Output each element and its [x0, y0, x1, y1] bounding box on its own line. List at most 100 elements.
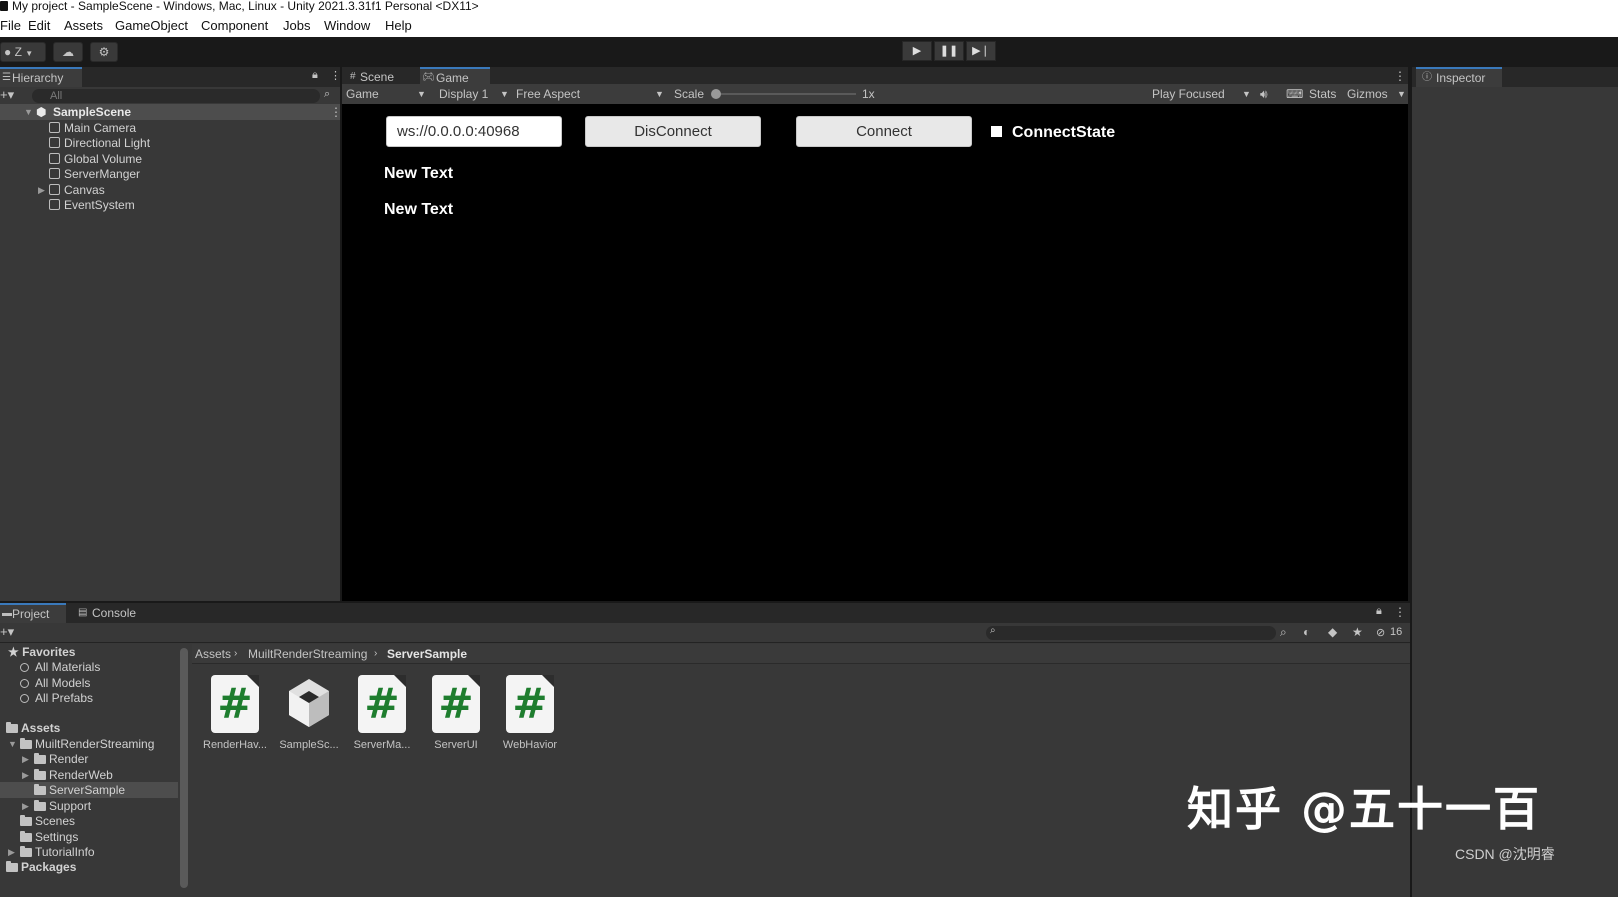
connect-state-checkbox[interactable] [991, 126, 1002, 137]
hierarchy-item[interactable]: EventSystem [49, 197, 135, 213]
scene-row[interactable]: ▼ ⬢ SampleScene ⋮ [0, 104, 342, 120]
tab-console[interactable]: ▤ Console [76, 603, 146, 623]
menu-component[interactable]: Component [201, 15, 268, 37]
tree-folder-selected[interactable]: ServerSample [34, 782, 125, 798]
tree-folder[interactable]: Support [34, 798, 91, 814]
asset-item[interactable]: SampleSc... [274, 675, 344, 751]
more-options-icon[interactable]: ⋮ [330, 69, 341, 82]
expand-arrow-icon[interactable]: ▶ [22, 754, 29, 765]
breadcrumb: Assets › MuiltRenderStreaming › ServerSa… [192, 644, 1410, 664]
scale-slider-handle[interactable] [711, 89, 721, 99]
connect-button[interactable]: Connect [796, 116, 972, 147]
filter-by-type-icon[interactable]: ◐ [1303, 625, 1310, 639]
breadcrumb-item[interactable]: Assets [195, 644, 231, 664]
project-toolbar: +▾ ⌕ ⌕ ◐ ◆ ★ ⊘ 16 [0, 623, 1410, 643]
favorite-item[interactable]: All Models [20, 675, 90, 691]
game-toolbar: Game ▼ Display 1 ▼ Free Aspect ▼ Scale 1… [342, 84, 1408, 104]
gameobject-icon [49, 184, 60, 195]
gizmos-button[interactable]: Gizmos [1347, 84, 1388, 104]
hierarchy-item[interactable]: Canvas [49, 182, 105, 198]
tree-folder[interactable]: TutorialInfo [20, 844, 95, 860]
asset-item[interactable]: # ServerMa... [347, 675, 417, 751]
more-options-icon[interactable]: ⋮ [1394, 69, 1406, 83]
expand-arrow-icon[interactable]: ▶ [8, 847, 15, 858]
account-dropdown[interactable]: ● Z ▼ [0, 42, 46, 62]
asset-item[interactable]: # ServerUI [421, 675, 491, 751]
scale-slider-track[interactable] [714, 93, 856, 95]
cloud-icon: ☁ [62, 45, 74, 59]
breadcrumb-item[interactable]: MuiltRenderStreaming [248, 644, 367, 664]
collab-settings-button[interactable]: ⚙ [90, 42, 118, 62]
display-dropdown[interactable]: Display 1 [439, 84, 488, 104]
menu-assets[interactable]: Assets [64, 15, 103, 37]
tree-folder[interactable]: MuiltRenderStreaming [20, 736, 154, 752]
asset-item[interactable]: # WebHavior [495, 675, 565, 751]
tab-inspector[interactable]: ⓘ Inspector [1416, 67, 1502, 87]
favorite-label: All Prefabs [35, 691, 94, 705]
keyboard-icon[interactable]: ⌨ [1286, 84, 1303, 104]
aspect-dropdown[interactable]: Free Aspect [516, 84, 580, 104]
menu-edit[interactable]: Edit [28, 15, 50, 37]
asset-label: ServerMa... [353, 739, 411, 751]
favorite-item[interactable]: All Materials [20, 659, 100, 675]
tree-folder[interactable]: Scenes [20, 813, 75, 829]
expand-arrow-icon[interactable]: ▶ [22, 801, 29, 812]
menu-help[interactable]: Help [385, 15, 412, 37]
list-icon: ☰ [2, 72, 11, 83]
breadcrumb-current[interactable]: ServerSample [387, 644, 467, 664]
hierarchy-item[interactable]: ServerManger [49, 166, 140, 182]
scene-more-icon[interactable]: ⋮ [330, 104, 342, 120]
search-filter-icon[interactable]: ⌕ [324, 88, 330, 101]
lock-icon[interactable]: 🔒︎ [312, 69, 318, 82]
play-button[interactable]: ▶ [902, 41, 932, 61]
chevron-down-icon: ▼ [655, 89, 664, 99]
expand-arrow-icon[interactable]: ▼ [8, 739, 17, 749]
hidden-packages-icon[interactable]: ⊘ [1376, 626, 1385, 639]
stats-button[interactable]: Stats [1309, 84, 1336, 104]
tree-folder[interactable]: Settings [20, 829, 78, 845]
game-view[interactable]: ws://0.0.0.0:40968 DisConnect Connect Co… [342, 104, 1408, 601]
hierarchy-item[interactable]: Global Volume [49, 151, 142, 167]
menu-gameobject[interactable]: GameObject [115, 15, 188, 37]
label-icon[interactable]: ◆ [1328, 625, 1337, 639]
menu-file[interactable]: File [0, 15, 21, 37]
play-focused-dropdown[interactable]: Play Focused [1152, 84, 1225, 104]
favorite-item[interactable]: All Prefabs [20, 690, 93, 706]
folder-icon [34, 784, 46, 795]
step-button[interactable]: ▶❘ [966, 41, 996, 61]
hierarchy-item[interactable]: Main Camera [49, 120, 136, 136]
asset-item[interactable]: # RenderHav... [200, 675, 270, 751]
disconnect-button[interactable]: DisConnect [585, 116, 761, 147]
tree-folder[interactable]: RenderWeb [34, 767, 113, 783]
expand-arrow-icon[interactable]: ▶ [38, 185, 45, 196]
project-search-input[interactable]: ⌕ [986, 625, 1276, 640]
hierarchy-item-label: Canvas [64, 183, 105, 197]
menu-window[interactable]: Window [324, 15, 370, 37]
game-mode-dropdown[interactable]: Game [346, 84, 379, 104]
tab-hierarchy[interactable]: ☰ Hierarchy [0, 67, 82, 87]
folder-icon [20, 815, 32, 826]
expand-arrow-icon[interactable]: ▼ [24, 107, 33, 117]
search-by-type-icon[interactable]: ⌕ [1280, 625, 1287, 640]
add-icon[interactable]: +▾ [0, 624, 14, 640]
tab-project[interactable]: ▬ Project [0, 603, 66, 623]
more-options-icon[interactable]: ⋮ [1394, 605, 1406, 619]
hierarchy-item[interactable]: Directional Light [49, 135, 150, 151]
cloud-button[interactable]: ☁ [53, 42, 83, 62]
tree-scrollbar[interactable] [180, 648, 188, 888]
packages-header[interactable]: Packages [6, 859, 76, 875]
add-icon[interactable]: +▾ [0, 87, 14, 103]
menu-jobs[interactable]: Jobs [283, 15, 310, 37]
expand-arrow-icon[interactable]: ▶ [22, 770, 29, 781]
favorites-header[interactable]: ★ Favorites [8, 644, 75, 660]
asset-label: ServerUI [434, 739, 478, 751]
url-input[interactable]: ws://0.0.0.0:40968 [386, 116, 562, 147]
assets-header[interactable]: Assets [6, 720, 60, 736]
pause-button[interactable]: ❚❚ [934, 41, 964, 61]
tree-folder[interactable]: Render [34, 751, 88, 767]
hierarchy-search-input[interactable]: All [32, 89, 320, 103]
tab-hierarchy-label: Hierarchy [12, 71, 64, 85]
lock-icon[interactable]: 🔒︎ [1376, 605, 1382, 618]
star-icon[interactable]: ★ [1352, 625, 1363, 639]
audio-mute-icon[interactable]: 🔊︎ [1260, 84, 1268, 104]
